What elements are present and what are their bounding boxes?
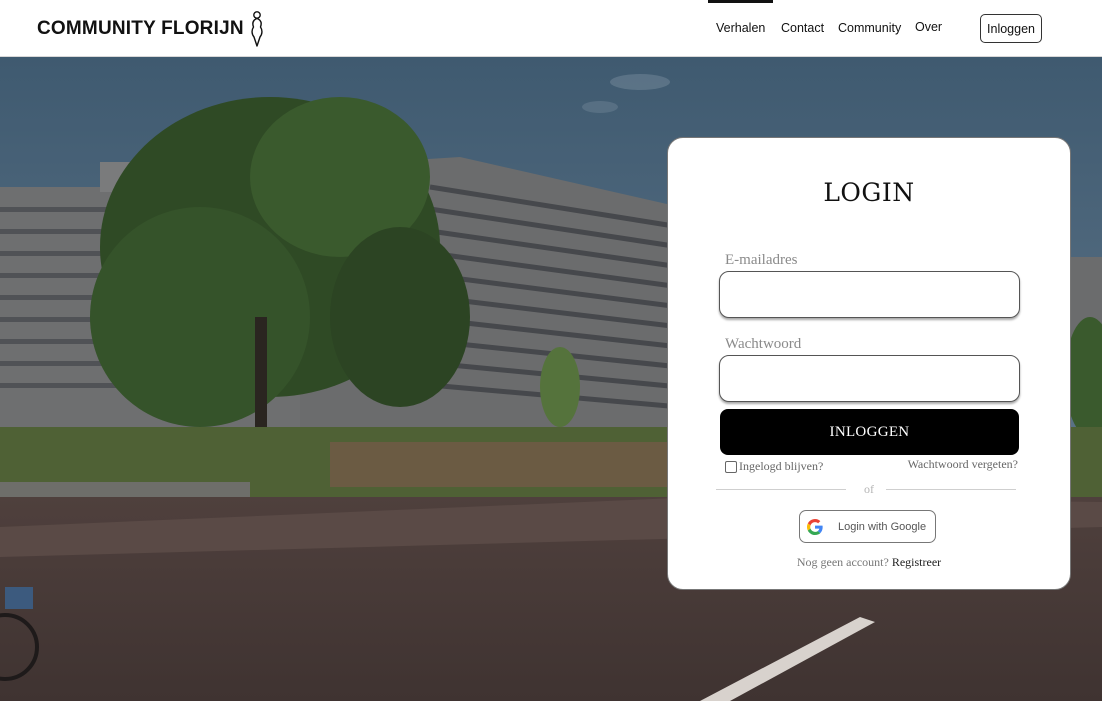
forgot-password-link[interactable]: Wachtwoord vergeten?	[908, 457, 1018, 472]
login-submit-button[interactable]: INLOGGEN	[720, 409, 1019, 455]
password-label: Wachtwoord	[725, 336, 802, 352]
site-header: COMMUNITY FLORIJN Verhalen Contact Commu…	[0, 0, 1102, 57]
google-g-icon	[807, 518, 823, 535]
password-field[interactable]	[719, 355, 1020, 402]
nav-item-over[interactable]: Over	[915, 20, 942, 34]
email-field[interactable]	[719, 271, 1020, 318]
site-logo[interactable]: COMMUNITY FLORIJN	[37, 10, 265, 48]
no-account-text: Nog geen account?	[796, 555, 889, 569]
register-link[interactable]: Registreer	[892, 555, 941, 569]
nav-item-community[interactable]: Community	[838, 21, 901, 35]
woman-silhouette-icon	[251, 11, 263, 47]
google-login-label: Login with Google	[838, 520, 927, 533]
register-row: Nog geen account? Registreer	[668, 555, 1070, 570]
login-title: LOGIN	[823, 178, 915, 207]
google-login-button[interactable]: Login with Google	[799, 510, 936, 543]
header-login-button[interactable]: Inloggen	[980, 14, 1042, 43]
nav-item-verhalen[interactable]: Verhalen	[707, 0, 774, 35]
nav-item-contact[interactable]: Contact	[781, 21, 824, 35]
divider-line-right	[886, 489, 1016, 490]
email-label: E-mailadres	[725, 252, 798, 268]
remember-checkbox[interactable]	[725, 460, 737, 473]
remember-me: Ingelogd blijven?	[725, 459, 823, 474]
logo-text: COMMUNITY FLORIJN	[37, 18, 244, 39]
remember-label[interactable]: Ingelogd blijven?	[739, 459, 823, 474]
login-card: LOGIN E-mailadres Wachtwoord INLOGGEN In…	[667, 137, 1071, 590]
